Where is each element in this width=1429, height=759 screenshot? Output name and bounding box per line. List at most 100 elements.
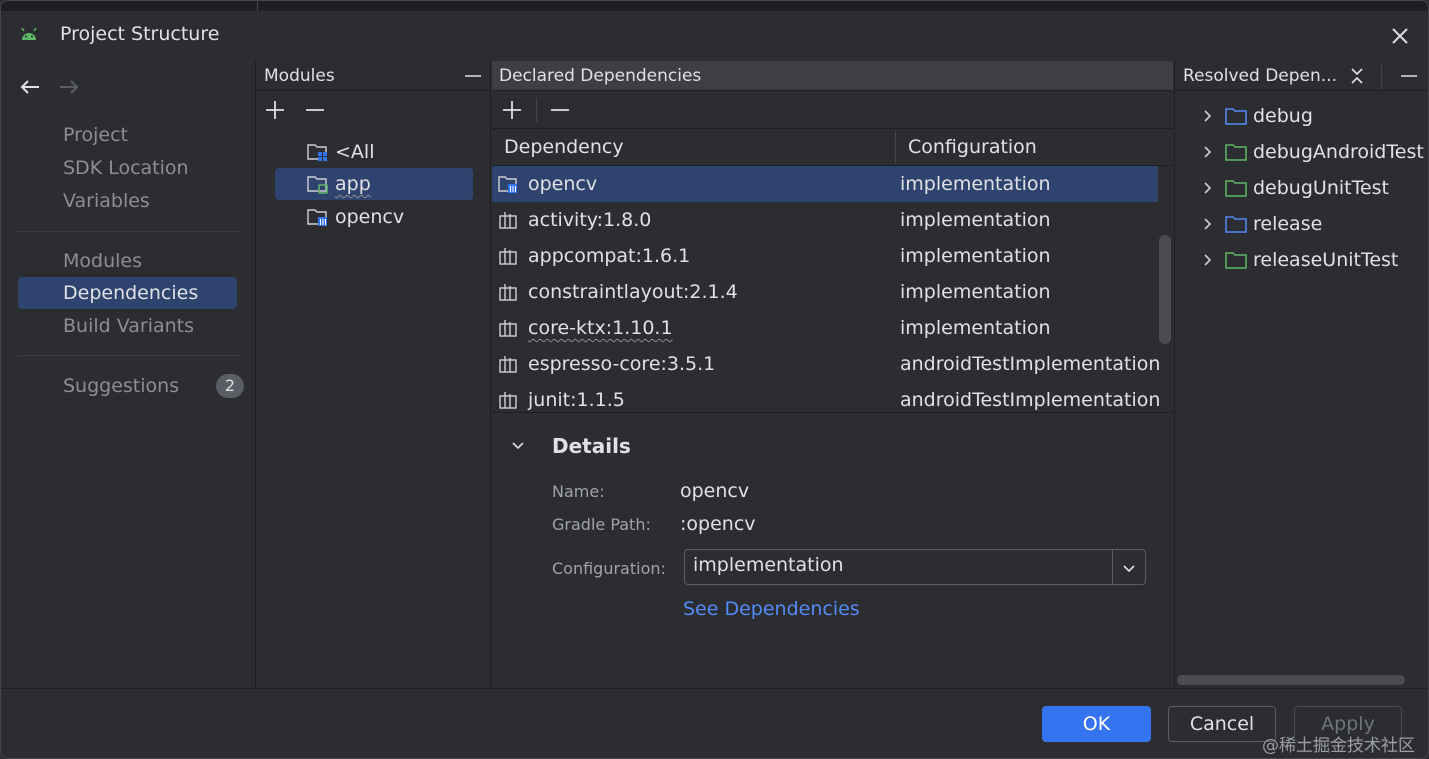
declared-header: Declared Dependencies	[492, 61, 1173, 91]
table-row[interactable]: junit:1.1.5 androidTestImplementation	[492, 382, 1160, 412]
folder-icon	[1225, 180, 1247, 197]
app-module-icon	[307, 176, 328, 194]
library-icon	[499, 320, 517, 337]
dependency-configuration: implementation	[900, 209, 1051, 231]
dependency-configuration: implementation	[900, 245, 1051, 267]
table-row[interactable]: activity:1.8.0 implementation	[492, 202, 1158, 238]
suggestions-count-badge: 2	[216, 374, 244, 398]
left-navigation: Project SDK Location Variables Modules D…	[1, 61, 256, 688]
chevron-down-icon[interactable]	[508, 436, 528, 456]
chevron-right-icon[interactable]	[1199, 179, 1217, 197]
add-icon[interactable]	[263, 98, 287, 122]
nav-item-modules[interactable]: Modules	[18, 245, 237, 277]
resolved-dependencies-panel: Resolved Depen... debug debugAndroidTest…	[1174, 61, 1428, 688]
top-strip	[1, 1, 1428, 11]
minimize-icon[interactable]	[1399, 66, 1419, 86]
minimize-icon[interactable]	[463, 66, 483, 86]
dependency-name: espresso-core:3.5.1	[528, 353, 716, 375]
dialog-title: Project Structure	[60, 23, 220, 45]
resolved-item-debug-android-test[interactable]: debugAndroidTest	[1175, 134, 1428, 170]
library-icon	[499, 392, 517, 409]
library-icon	[499, 284, 517, 301]
modules-toolbar	[257, 92, 490, 128]
collapse-all-icon[interactable]	[1347, 66, 1367, 86]
watermark: @稀土掘金技术社区	[1262, 736, 1415, 756]
nav-item-suggestions[interactable]: Suggestions	[18, 370, 237, 402]
library-module-icon	[307, 209, 327, 226]
module-item-all-modules[interactable]: <All Modules>	[275, 136, 473, 195]
dependency-name: activity:1.8.0	[528, 209, 652, 231]
title-bar: Project Structure	[1, 11, 1428, 61]
column-header-dependency[interactable]: Dependency	[504, 129, 624, 165]
dependency-configuration: implementation	[900, 173, 1051, 195]
resolved-item-release-unit-test[interactable]: releaseUnitTest	[1175, 242, 1428, 278]
chevron-down-icon[interactable]	[1119, 558, 1139, 578]
nav-separator	[18, 231, 240, 232]
dependencies-table: Dependency Configuration opencv implemen…	[492, 128, 1173, 413]
chevron-right-icon[interactable]	[1199, 215, 1217, 233]
arrow-left-icon[interactable]	[18, 75, 42, 99]
table-row[interactable]: opencv implementation	[492, 166, 1158, 202]
module-label: app	[335, 173, 371, 195]
gradle-path-value: :opencv	[680, 513, 756, 535]
dependency-configuration: implementation	[900, 317, 1051, 339]
declared-toolbar	[492, 92, 1173, 128]
resolved-item-debug[interactable]: debug	[1175, 98, 1428, 134]
project-structure-dialog: Project Structure Project SDK Location V…	[0, 0, 1429, 759]
dependency-name: opencv	[528, 173, 598, 195]
chevron-right-icon[interactable]	[1199, 143, 1217, 161]
arrow-right-icon[interactable]	[57, 75, 81, 99]
modules-panel: Modules <All Modules>	[257, 61, 491, 688]
column-header-configuration[interactable]: Configuration	[908, 129, 1037, 165]
details-title: Details	[552, 434, 631, 458]
table-row[interactable]: espresso-core:3.5.1 androidTestImplement…	[492, 346, 1161, 382]
dialog-footer: OK Cancel Apply @稀土掘金技术社区	[1, 688, 1428, 758]
dependency-configuration: androidTestImplementation	[900, 353, 1161, 375]
column-divider[interactable]	[895, 131, 896, 164]
cancel-button[interactable]: Cancel	[1168, 706, 1276, 742]
nav-item-dependencies[interactable]: Dependencies	[18, 277, 237, 309]
remove-icon[interactable]	[548, 98, 572, 122]
resolved-item-label: debug	[1253, 105, 1313, 127]
library-icon	[499, 248, 517, 265]
close-icon[interactable]	[1387, 23, 1413, 49]
declared-title: Declared Dependencies	[499, 66, 702, 86]
configuration-label: Configuration:	[552, 559, 666, 578]
see-dependencies-link[interactable]: See Dependencies	[683, 598, 860, 620]
folder-icon	[1225, 216, 1247, 233]
resolved-item-release[interactable]: release	[1175, 206, 1428, 242]
module-item-opencv[interactable]: opencv	[275, 201, 473, 233]
details-section: Details Name: opencv Gradle Path: :openc…	[492, 414, 1173, 688]
resolved-item-debug-unit-test[interactable]: debugUnitTest	[1175, 170, 1428, 206]
nav-separator	[18, 355, 240, 356]
ok-button[interactable]: OK	[1042, 706, 1151, 742]
vertical-scrollbar[interactable]	[1159, 235, 1171, 344]
table-row[interactable]: appcompat:1.6.1 implementation	[492, 238, 1158, 274]
nav-item-variables[interactable]: Variables	[18, 185, 237, 217]
dependency-name: junit:1.1.5	[528, 389, 625, 411]
horizontal-scrollbar[interactable]	[1177, 675, 1405, 685]
nav-item-project[interactable]: Project	[18, 119, 237, 151]
nav-item-sdk-location[interactable]: SDK Location	[18, 152, 237, 184]
library-icon	[499, 212, 517, 229]
resolved-title: Resolved Depen...	[1183, 66, 1337, 86]
module-icon	[498, 176, 517, 193]
nav-item-build-variants[interactable]: Build Variants	[18, 310, 237, 342]
resolved-item-label: release	[1253, 213, 1323, 235]
declared-dependencies-panel: Declared Dependencies Dependency Configu…	[492, 61, 1173, 688]
configuration-dropdown[interactable]: implementation	[684, 549, 1146, 585]
name-label: Name:	[552, 482, 605, 501]
table-row[interactable]: constraintlayout:2.1.4 implementation	[492, 274, 1158, 310]
modules-header: Modules	[257, 61, 490, 91]
remove-icon[interactable]	[303, 98, 327, 122]
folder-icon	[1225, 144, 1247, 161]
module-item-app[interactable]: app	[275, 168, 473, 200]
table-row[interactable]: core-ktx:1.10.1 implementation	[492, 310, 1158, 346]
dependency-name: core-ktx:1.10.1	[528, 317, 673, 339]
folder-icon	[1225, 108, 1247, 125]
resolved-item-label: releaseUnitTest	[1253, 249, 1399, 271]
chevron-right-icon[interactable]	[1199, 251, 1217, 269]
add-icon[interactable]	[500, 98, 524, 122]
chevron-right-icon[interactable]	[1199, 107, 1217, 125]
gradle-path-label: Gradle Path:	[552, 515, 651, 534]
